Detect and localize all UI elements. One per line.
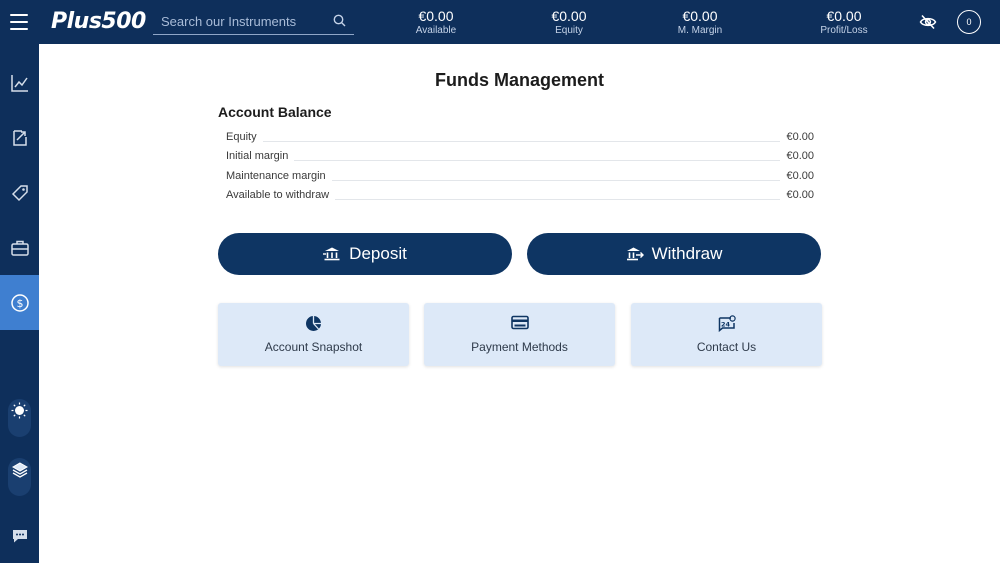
chart-icon — [10, 74, 28, 92]
stat-margin: €0.00 M. Margin — [677, 8, 723, 36]
search-icon[interactable] — [333, 14, 346, 27]
layers-toggle[interactable] — [8, 458, 31, 496]
sidebar-item-trades[interactable] — [0, 110, 39, 165]
balance-row-initial-margin: Initial margin €0.00 — [226, 150, 814, 163]
sidebar-item-funds[interactable]: $ — [0, 275, 39, 330]
support-24-icon: 24 — [718, 315, 736, 332]
balance-table: Equity €0.00 Initial margin €0.00 Mainte… — [226, 130, 814, 207]
logo[interactable]: Plus500 — [51, 9, 146, 34]
tag-icon — [11, 184, 28, 201]
theme-toggle[interactable] — [8, 399, 31, 437]
stat-available: €0.00 Available — [415, 8, 457, 36]
sun-icon — [11, 402, 28, 419]
stat-profit-loss: €0.00 Profit/Loss — [820, 8, 868, 36]
layers-icon — [11, 462, 28, 478]
sidebar-item-portfolio[interactable] — [0, 220, 39, 275]
bank-deposit-icon — [323, 247, 340, 261]
chat-button[interactable] — [0, 508, 39, 563]
sidebar-item-charts[interactable] — [0, 55, 39, 110]
account-balance-heading: Account Balance — [218, 104, 332, 120]
balance-row-available-to-withdraw: Available to withdraw €0.00 — [226, 188, 814, 201]
withdraw-button[interactable]: Withdraw — [527, 233, 821, 275]
credit-card-icon — [510, 315, 529, 330]
menu-icon[interactable] — [10, 14, 28, 30]
deposit-button[interactable]: Deposit — [218, 233, 512, 275]
stat-equity: €0.00 Equity — [551, 8, 587, 36]
balance-row-equity: Equity €0.00 — [226, 131, 814, 143]
svg-text:$: $ — [16, 297, 23, 310]
pie-chart-icon — [306, 316, 321, 331]
hide-balance-icon[interactable] — [919, 13, 937, 31]
top-bar: Plus500 €0.00 Available €0.00 Equity €0.… — [0, 0, 1000, 44]
briefcase-icon — [10, 240, 29, 256]
funds-icon: $ — [10, 293, 29, 312]
svg-text:24: 24 — [720, 321, 730, 329]
search-box — [153, 9, 354, 35]
main-content: Funds Management Account Balance Equity … — [39, 44, 1000, 563]
sidebar: $ — [0, 44, 39, 563]
balance-row-maintenance-margin: Maintenance margin €0.00 — [226, 169, 814, 182]
chat-icon — [12, 529, 27, 542]
notifications-badge[interactable]: 0 — [957, 10, 981, 34]
account-snapshot-card[interactable]: Account Snapshot — [218, 303, 409, 366]
page-title: Funds Management — [434, 70, 604, 90]
bank-withdraw-icon — [626, 247, 644, 261]
contact-us-card[interactable]: 24 Contact Us — [631, 303, 822, 366]
trades-icon — [12, 129, 27, 146]
sidebar-item-orders[interactable] — [0, 165, 39, 220]
search-input[interactable] — [153, 9, 328, 33]
payment-methods-card[interactable]: Payment Methods — [424, 303, 615, 366]
